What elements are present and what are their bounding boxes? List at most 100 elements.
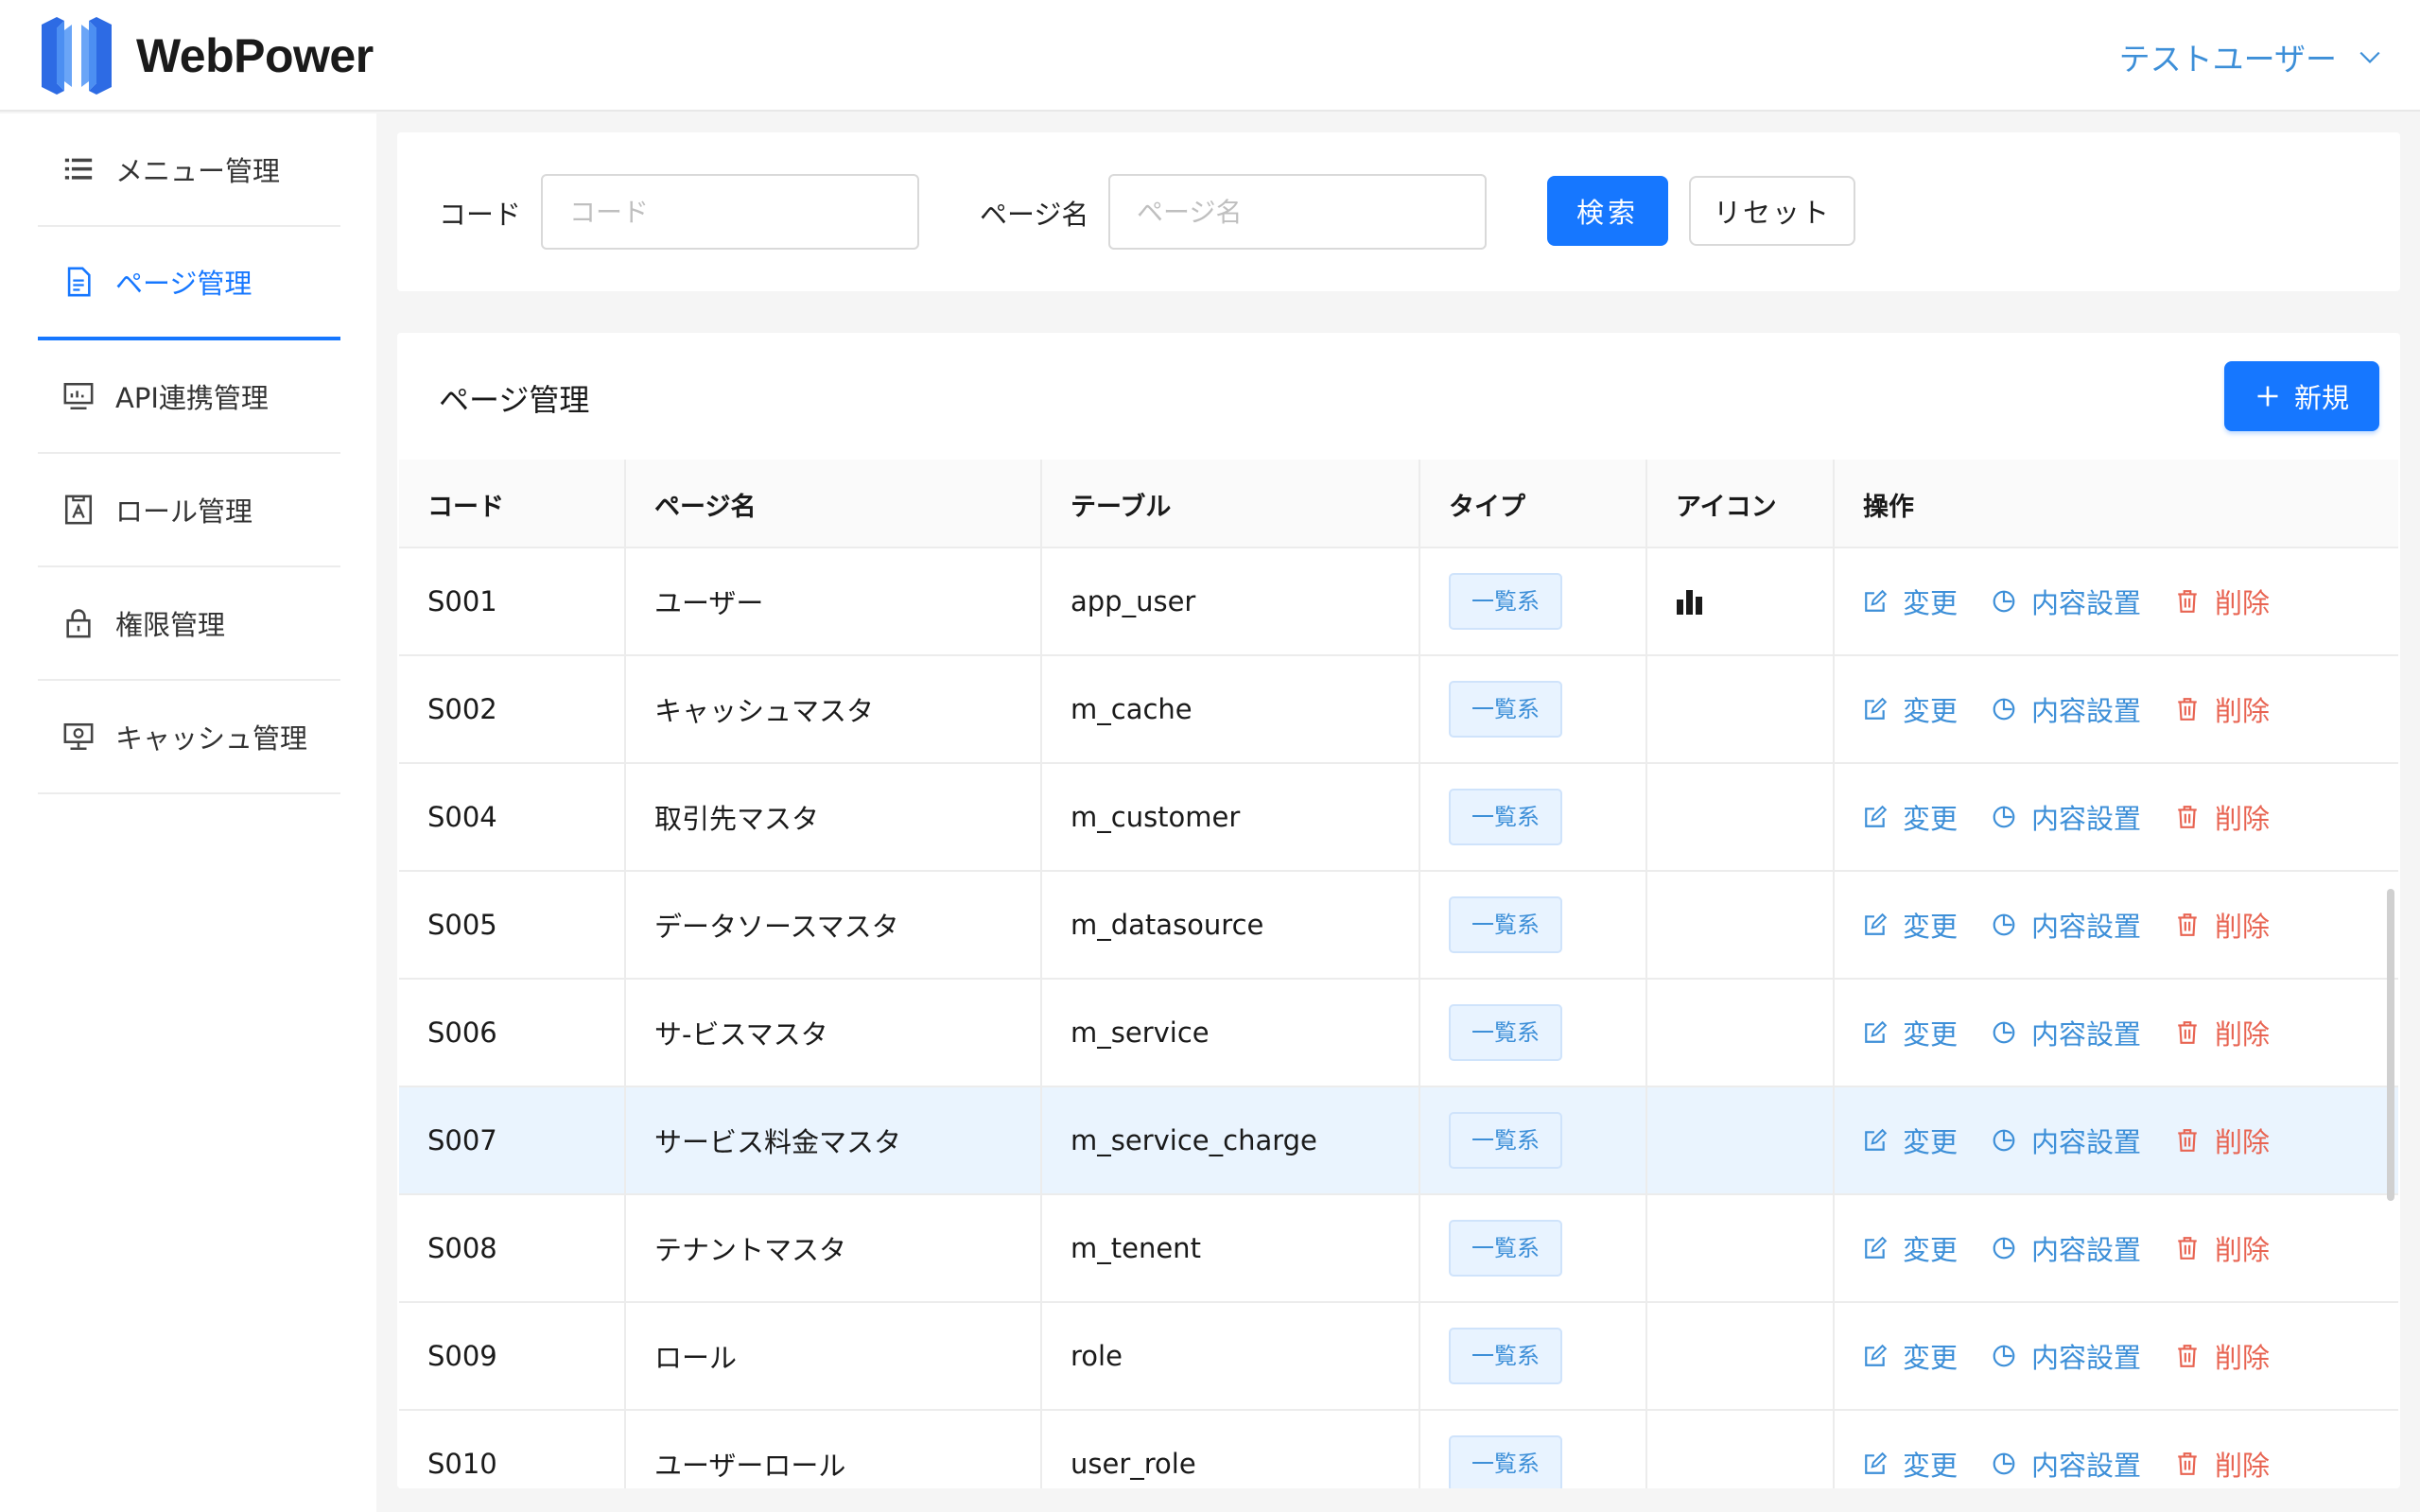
user-menu[interactable]: テストユーザー [2119, 34, 2382, 79]
table-row[interactable]: S010 ユーザーロール user_role 一覧系 変更 内容設置 削除 [399, 1411, 2398, 1488]
sidebar-item-page[interactable]: ページ管理 [38, 227, 340, 340]
delete-label: 削除 [2215, 911, 2271, 943]
content-settings-label: 内容設置 [2031, 1450, 2142, 1482]
delete-button[interactable]: 削除 [2175, 1013, 2270, 1052]
cell-type: 一覧系 [1420, 980, 1562, 1086]
edit-button[interactable]: 変更 [1863, 1121, 1958, 1160]
content-settings-button[interactable]: 内容設置 [1992, 1336, 2141, 1376]
monitor-icon [63, 382, 94, 410]
table-scrollbar[interactable] [2387, 889, 2394, 1201]
cell-code: S006 [427, 1017, 497, 1049]
cell-type: 一覧系 [1420, 1195, 1562, 1301]
content-settings-button[interactable]: 内容設置 [1992, 797, 2141, 837]
edit-button[interactable]: 変更 [1863, 1444, 1958, 1484]
cell-page-name: データソースマスタ [654, 911, 899, 943]
pie-chart-icon [1993, 806, 2015, 828]
code-label: コード [439, 199, 522, 231]
delete-button[interactable]: 削除 [2175, 1336, 2270, 1376]
column-header-table: テーブル [1071, 492, 1172, 522]
reset-button[interactable]: リセット [1689, 176, 1855, 246]
edit-icon [1865, 912, 1888, 935]
cell-actions: 変更 内容設置 削除 [1835, 548, 2304, 654]
app-name: WebPower [136, 29, 374, 82]
sidebar-item-menu[interactable]: メニュー管理 [38, 113, 340, 227]
edit-button[interactable]: 変更 [1863, 1013, 1958, 1052]
edit-label: 変更 [1903, 587, 1959, 619]
delete-button[interactable]: 削除 [2175, 689, 2270, 729]
content-settings-button[interactable]: 内容設置 [1992, 905, 2141, 945]
edit-icon [1865, 1236, 1888, 1259]
app-logo[interactable]: WebPower [36, 15, 374, 96]
content-settings-button[interactable]: 内容設置 [1992, 689, 2141, 729]
table-row[interactable]: S009 ロール role 一覧系 変更 内容設置 削除 [399, 1303, 2398, 1411]
cell-table: m_tenent [1071, 1232, 1201, 1264]
table-row[interactable]: S007 サービス料金マスタ m_service_charge 一覧系 変更 内容設置 削除 [399, 1087, 2398, 1195]
table-row[interactable]: S001 ユーザー app_user 一覧系 変更 内容設置 削除 [399, 548, 2398, 656]
sidebar-item-api[interactable]: API連携管理 [38, 340, 340, 454]
content-settings-button[interactable]: 内容設置 [1992, 582, 2141, 621]
delete-button[interactable]: 削除 [2175, 1121, 2270, 1160]
content-settings-button[interactable]: 内容設置 [1992, 1444, 2141, 1484]
table-row[interactable]: S006 サ-ビスマスタ m_service 一覧系 変更 内容設置 削除 [399, 980, 2398, 1087]
cell-actions: 変更 内容設置 削除 [1835, 656, 2304, 762]
card-title: ページ管理 [439, 382, 590, 418]
content-settings-label: 内容設置 [2031, 1234, 2142, 1266]
new-button-label: 新規 [2293, 382, 2349, 414]
cell-table: app_user [1071, 585, 1196, 617]
pie-chart-icon [1993, 1237, 2015, 1260]
edit-icon [1865, 1128, 1888, 1151]
trash-icon [2178, 1237, 2197, 1260]
pie-chart-icon [1993, 1452, 2015, 1475]
content-settings-button[interactable]: 内容設置 [1992, 1121, 2141, 1160]
table-row[interactable]: S005 データソースマスタ m_datasource 一覧系 変更 内容設置 削除 [399, 872, 2398, 980]
delete-button[interactable]: 削除 [2175, 797, 2270, 837]
cell-table: m_cache [1071, 693, 1193, 725]
cell-actions: 変更 内容設置 削除 [1835, 764, 2304, 870]
code-input[interactable] [541, 174, 919, 250]
trash-icon [2178, 1021, 2197, 1044]
edit-button[interactable]: 変更 [1863, 1228, 1958, 1268]
content-settings-label: 内容設置 [2031, 911, 2142, 943]
edit-button[interactable]: 変更 [1863, 582, 1958, 621]
pie-chart-icon [1993, 1021, 2015, 1044]
delete-button[interactable]: 削除 [2175, 1444, 2270, 1484]
sidebar-item-label: 権限管理 [115, 609, 226, 641]
edit-button[interactable]: 変更 [1863, 1336, 1958, 1376]
trash-icon [2178, 913, 2197, 936]
cell-actions: 変更 内容設置 削除 [1835, 980, 2304, 1086]
new-button[interactable]: 新規 [2224, 361, 2379, 431]
sidebar: メニュー管理 ページ管理 API連携管理 ロール管理 権限管理 キャッシュ管理 [0, 113, 376, 1512]
webpower-logo-icon [42, 17, 112, 95]
edit-button[interactable]: 変更 [1863, 905, 1958, 945]
table-row[interactable]: S002 キャッシュマスタ m_cache 一覧系 変更 内容設置 削除 [399, 656, 2398, 764]
delete-label: 削除 [2215, 1450, 2271, 1482]
delete-label: 削除 [2215, 1234, 2271, 1266]
edit-button[interactable]: 変更 [1863, 689, 1958, 729]
edit-button[interactable]: 変更 [1863, 797, 1958, 837]
delete-button[interactable]: 削除 [2175, 905, 2270, 945]
table-row[interactable]: S008 テナントマスタ m_tenent 一覧系 変更 内容設置 削除 [399, 1195, 2398, 1303]
content-settings-button[interactable]: 内容設置 [1992, 1013, 2141, 1052]
content-settings-label: 内容設置 [2031, 695, 2142, 727]
cell-table: m_service [1071, 1017, 1210, 1049]
delete-button[interactable]: 削除 [2175, 582, 2270, 621]
search-button[interactable]: 検索 [1547, 176, 1668, 246]
sidebar-item-cache[interactable]: キャッシュ管理 [38, 681, 340, 794]
cell-type: 一覧系 [1420, 1303, 1562, 1409]
desktop-icon [63, 722, 94, 751]
table-row[interactable]: S004 取引先マスタ m_customer 一覧系 変更 内容設置 削除 [399, 764, 2398, 872]
sidebar-item-role[interactable]: ロール管理 [38, 454, 340, 567]
table-header: コード ページ名 テーブル タイプ アイコン 操作 [399, 460, 2398, 548]
cell-icon [1647, 1195, 1676, 1301]
cell-code: S002 [427, 693, 497, 725]
page-name-input[interactable] [1108, 174, 1487, 250]
cell-actions: 変更 内容設置 削除 [1835, 1411, 2304, 1488]
delete-button[interactable]: 削除 [2175, 1228, 2270, 1268]
cell-code: S009 [427, 1340, 497, 1372]
type-tag: 一覧系 [1449, 573, 1562, 630]
sidebar-item-permission[interactable]: 権限管理 [38, 567, 340, 681]
edit-icon [1865, 1451, 1888, 1474]
chevron-down-icon [2359, 51, 2380, 63]
cell-page-name: サービス料金マスタ [654, 1126, 902, 1158]
content-settings-button[interactable]: 内容設置 [1992, 1228, 2141, 1268]
